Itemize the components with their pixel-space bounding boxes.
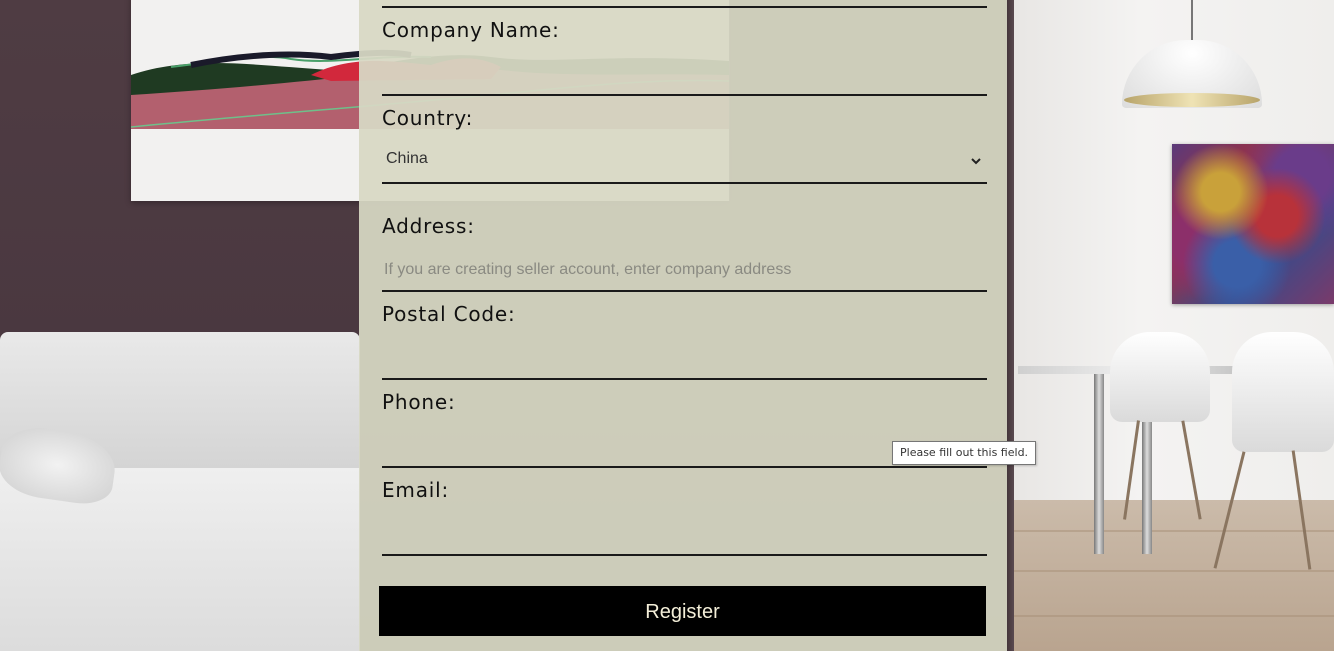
register-button[interactable]: Register bbox=[379, 586, 986, 636]
validation-tooltip: Please fill out this field. bbox=[892, 441, 1037, 465]
field-divider bbox=[382, 6, 987, 8]
country-select[interactable]: China bbox=[382, 142, 987, 182]
field-underline bbox=[382, 554, 987, 556]
chevron-down-icon bbox=[971, 158, 981, 165]
field-underline bbox=[382, 290, 987, 292]
address-input[interactable] bbox=[382, 252, 987, 288]
field-underline bbox=[382, 182, 987, 184]
email-input[interactable] bbox=[382, 516, 987, 552]
company-name-label: Company Name: bbox=[382, 18, 560, 42]
pendant-lamp-cord bbox=[1191, 0, 1193, 42]
address-label: Address: bbox=[382, 214, 475, 238]
email-label: Email: bbox=[382, 478, 450, 502]
background-floor bbox=[1012, 500, 1334, 651]
field-underline bbox=[382, 378, 987, 380]
phone-label: Phone: bbox=[382, 390, 456, 414]
company-name-input[interactable] bbox=[382, 56, 987, 92]
country-select-value: China bbox=[386, 150, 428, 167]
postal-code-label: Postal Code: bbox=[382, 302, 516, 326]
background-chair bbox=[1110, 332, 1210, 422]
background-chair bbox=[1232, 332, 1334, 452]
postal-code-input[interactable] bbox=[382, 340, 987, 376]
field-underline bbox=[382, 94, 987, 96]
country-label: Country: bbox=[382, 106, 474, 130]
field-underline bbox=[382, 466, 987, 468]
background-abstract-painting bbox=[1172, 144, 1334, 304]
